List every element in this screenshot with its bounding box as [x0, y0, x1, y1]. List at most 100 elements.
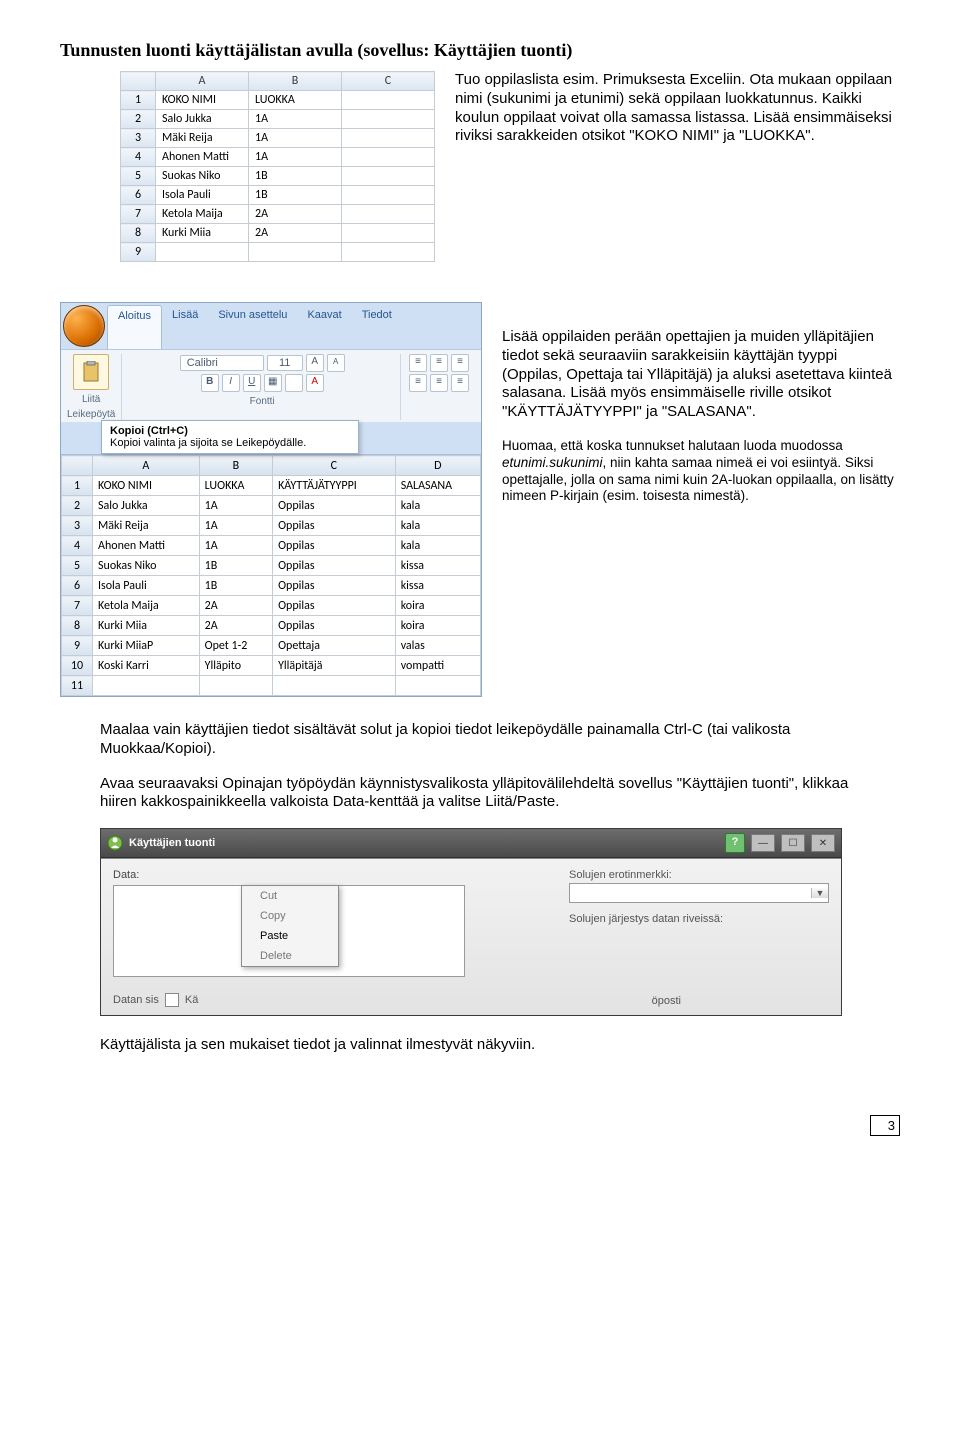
cell[interactable]: Ketola Maija	[93, 596, 200, 616]
row-number[interactable]: 1	[121, 91, 156, 110]
row-number[interactable]: 5	[62, 556, 93, 576]
bold-button[interactable]: B	[201, 374, 219, 392]
cell[interactable]: Opet 1-2	[199, 636, 272, 656]
row-number[interactable]: 3	[121, 129, 156, 148]
sheet-col-b[interactable]: B	[199, 456, 272, 476]
xls1-col-c[interactable]: C	[342, 72, 435, 91]
cell[interactable]: Ketola Maija	[156, 205, 249, 224]
cell[interactable]: Oppilas	[273, 556, 396, 576]
cell[interactable]: Salo Jukka	[93, 496, 200, 516]
header-cell[interactable]: KÄYTTÄJÄTYYPPI	[273, 476, 396, 496]
cell[interactable]: 1B	[199, 576, 272, 596]
align-center-button[interactable]: ≡	[430, 374, 448, 392]
separator-combo[interactable]: ▼	[569, 883, 829, 903]
row-number[interactable]: 7	[121, 205, 156, 224]
row-number[interactable]: 8	[121, 224, 156, 243]
row-number[interactable]: 4	[121, 148, 156, 167]
underline-button[interactable]: U	[243, 374, 261, 392]
cell[interactable]: Mäki Reija	[156, 129, 249, 148]
cell[interactable]: vompatti	[395, 656, 480, 676]
row-number[interactable]: 9	[121, 243, 156, 262]
sheet-corner[interactable]	[62, 456, 93, 476]
row-number[interactable]: 9	[62, 636, 93, 656]
cell[interactable]: Kurki Miia	[156, 224, 249, 243]
cell[interactable]: 1A	[249, 148, 342, 167]
cell[interactable]: Oppilas	[273, 576, 396, 596]
header-cell[interactable]: LUOKKA	[199, 476, 272, 496]
row-number[interactable]: 6	[121, 186, 156, 205]
row-number[interactable]: 8	[62, 616, 93, 636]
help-button[interactable]: ?	[725, 833, 745, 853]
ribbon-tab[interactable]: Kaavat	[297, 305, 351, 349]
cell[interactable]: Salo Jukka	[156, 110, 249, 129]
cell[interactable]: 2A	[249, 205, 342, 224]
cell[interactable]: Isola Pauli	[156, 186, 249, 205]
cell[interactable]: Ylläpitäjä	[273, 656, 396, 676]
ribbon-tab[interactable]: Sivun asettelu	[208, 305, 297, 349]
cell[interactable]	[249, 243, 342, 262]
header-cell[interactable]: KOKO NIMI	[93, 476, 200, 496]
maximize-button[interactable]: ☐	[781, 834, 805, 852]
border-button[interactable]: ▦	[264, 374, 282, 392]
cell[interactable]: Opettaja	[273, 636, 396, 656]
cell[interactable]: Oppilas	[273, 496, 396, 516]
cell[interactable]: 1B	[199, 556, 272, 576]
cell[interactable]: 1A	[249, 129, 342, 148]
row-number[interactable]: 2	[62, 496, 93, 516]
row-number[interactable]: 1	[62, 476, 93, 496]
cell[interactable]: Mäki Reija	[93, 516, 200, 536]
shrink-font-button[interactable]: A	[327, 354, 345, 372]
sheet-col-d[interactable]: D	[395, 456, 480, 476]
align-right-button[interactable]: ≡	[451, 374, 469, 392]
cell[interactable]: Ahonen Matti	[93, 536, 200, 556]
cell[interactable]: Kurki Miia	[93, 616, 200, 636]
align-bot-button[interactable]: ≡	[451, 354, 469, 372]
xls1-col-b[interactable]: B	[249, 72, 342, 91]
cell[interactable]: 1B	[249, 167, 342, 186]
cell[interactable]	[342, 129, 435, 148]
cell[interactable]: kissa	[395, 576, 480, 596]
cell[interactable]: KOKO NIMI	[156, 91, 249, 110]
cell[interactable]: 1A	[199, 536, 272, 556]
row-number[interactable]: 6	[62, 576, 93, 596]
cell[interactable]: valas	[395, 636, 480, 656]
fill-color-button[interactable]	[285, 374, 303, 392]
cell[interactable]: 1A	[249, 110, 342, 129]
font-size-select[interactable]: 11	[267, 355, 303, 371]
cell[interactable]: kala	[395, 496, 480, 516]
cell[interactable]	[199, 676, 272, 696]
italic-button[interactable]: I	[222, 374, 240, 392]
header-cell[interactable]: SALASANA	[395, 476, 480, 496]
cell[interactable]	[342, 186, 435, 205]
cell[interactable]	[342, 205, 435, 224]
xls1-corner[interactable]	[121, 72, 156, 91]
align-left-button[interactable]: ≡	[409, 374, 427, 392]
cell[interactable]: Kurki MiiaP	[93, 636, 200, 656]
context-menu-item[interactable]: Paste	[242, 926, 338, 946]
cell[interactable]	[395, 676, 480, 696]
row-number[interactable]: 7	[62, 596, 93, 616]
cell[interactable]: Ahonen Matti	[156, 148, 249, 167]
cell[interactable]: 1B	[249, 186, 342, 205]
cell[interactable]: Oppilas	[273, 596, 396, 616]
cell[interactable]	[93, 676, 200, 696]
cell[interactable]	[342, 167, 435, 186]
ribbon-tab[interactable]: Tiedot	[352, 305, 402, 349]
paste-button[interactable]	[73, 354, 109, 390]
sheet-col-c[interactable]: C	[273, 456, 396, 476]
cell[interactable]: Suokas Niko	[156, 167, 249, 186]
cell[interactable]: Koski Karri	[93, 656, 200, 676]
cell[interactable]	[342, 224, 435, 243]
row-number[interactable]: 10	[62, 656, 93, 676]
align-top-button[interactable]: ≡	[409, 354, 427, 372]
cell[interactable]	[156, 243, 249, 262]
cell[interactable]: 1A	[199, 496, 272, 516]
cell[interactable]: LUOKKA	[249, 91, 342, 110]
cell[interactable]: kala	[395, 536, 480, 556]
font-color-button[interactable]: A	[306, 374, 324, 392]
minimize-button[interactable]: —	[751, 834, 775, 852]
row-number[interactable]: 11	[62, 676, 93, 696]
cell[interactable]: Oppilas	[273, 536, 396, 556]
lower-checkbox[interactable]	[165, 993, 179, 1007]
ribbon-tab[interactable]: Aloitus	[107, 305, 162, 349]
